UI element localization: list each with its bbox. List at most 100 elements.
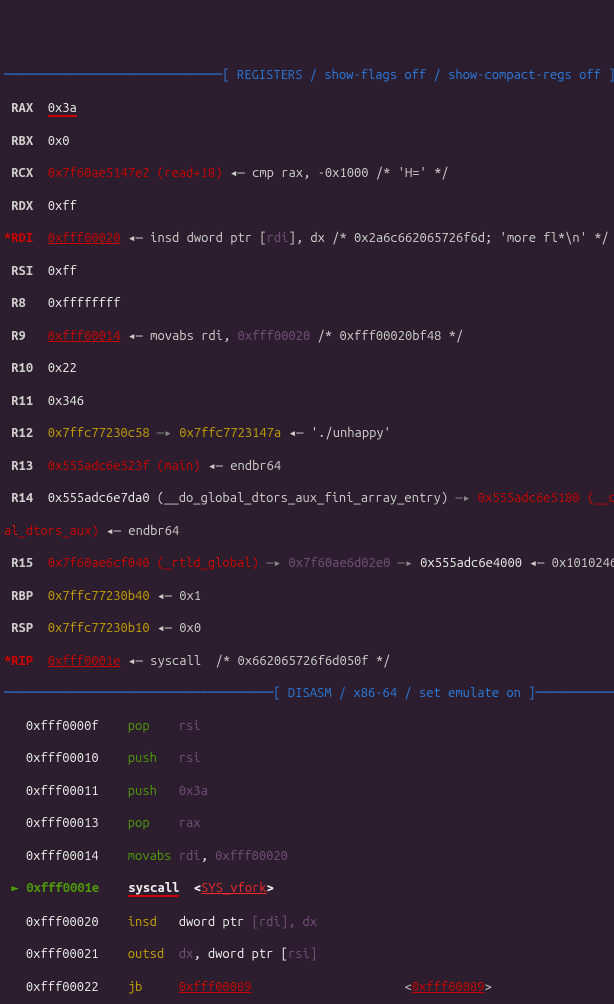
reg-row-r13: R13 0x555adc6e523f (main) ◂— endbr64 — [4, 458, 610, 474]
reg-label: RSI — [4, 264, 33, 278]
disasm-addr: 0xfff00011 — [26, 784, 99, 798]
disasm-mnemonic: pop — [128, 719, 172, 733]
reg-row-rbx: RBX 0x0 — [4, 133, 610, 149]
reg-row-rcx: RCX 0x7f60ae5147e2 (read+18) ◂— cmp rax,… — [4, 165, 610, 181]
reg-addr: 0x7ffc77230c58 — [48, 426, 150, 440]
reg-row-r8: R8 0xffffffff — [4, 295, 610, 311]
disasm-addr: 0xfff00020 — [26, 915, 99, 929]
disasm-mnemonic: outsd — [128, 947, 172, 961]
reg-row-r15: R15 0x7f60ae6cf040 (_rtld_global) —▸ 0x7… — [4, 555, 610, 571]
reg-label: *RDI — [4, 231, 33, 245]
disasm-reg: dx — [179, 947, 194, 961]
reg-value: 0x22 — [48, 361, 77, 375]
disasm-reg: rsi — [288, 947, 310, 961]
disasm-target: 0xfff00089 — [179, 980, 252, 994]
disasm-row-current: ► 0xfff0001e syscall <SYS_vfork> — [4, 880, 610, 897]
reg-label: R13 — [4, 459, 33, 473]
disasm-row: 0xfff00020 insd dword ptr [rdi], dx — [4, 914, 610, 930]
reg-label: R12 — [4, 426, 33, 440]
disasm-addr: 0xfff00014 — [26, 849, 99, 863]
disasm-op: rsi — [179, 751, 201, 765]
reg-value: 0x3a — [48, 102, 77, 117]
disasm-row: 0xfff00010 push rsi — [4, 750, 610, 766]
disasm-op: rsi — [179, 719, 201, 733]
reg-value: 0x0 — [48, 134, 70, 148]
disasm-row: 0xfff00013 pop rax — [4, 815, 610, 831]
disasm-row: 0xfff00014 movabs rdi, 0xfff00020 — [4, 848, 610, 864]
reg-row-rbp: RBP 0x7ffc77230b40 ◂— 0x1 — [4, 588, 610, 604]
reg-row-r14a: R14 0x555adc6e7da0 (__do_global_dtors_au… — [4, 490, 610, 506]
reg-label: RBX — [4, 134, 33, 148]
reg-label: R10 — [4, 361, 33, 375]
disasm-addr: 0xfff0000f — [26, 719, 99, 733]
reg-label: RDX — [4, 199, 33, 213]
disasm-addr: 0xfff00010 — [26, 751, 99, 765]
disasm-addr: 0xfff00021 — [26, 947, 99, 961]
reg-row-r11: R11 0x346 — [4, 393, 610, 409]
disasm-mnemonic: push — [128, 784, 172, 798]
disasm-op: rax — [179, 816, 201, 830]
disasm-mnemonic: jb — [128, 980, 172, 994]
reg-value: 0xff — [48, 199, 77, 213]
reg-label: *RIP — [4, 654, 33, 668]
disasm-mnemonic: push — [128, 751, 172, 765]
reg-addr2: 0x7ffc7723147a — [179, 426, 281, 440]
disasm-row: 0xfff00021 outsd dx, dword ptr [rsi] — [4, 946, 610, 962]
reg-label: R11 — [4, 394, 33, 408]
reg-addr: 0x7f60ae5147e2 — [48, 166, 150, 180]
reg-row-rip: *RIP 0xfff0001e ◂— syscall /* 0x66206572… — [4, 653, 610, 669]
reg-addr: 0x555adc6e7da0 — [48, 491, 150, 505]
syscall-name: SYS_vfork — [201, 881, 267, 895]
reg-addr: 0x555adc6e523f — [48, 459, 150, 473]
section-registers-header: ──────────────────────────────[ REGISTER… — [4, 67, 610, 83]
reg-label: RCX — [4, 166, 33, 180]
reg-label: RAX — [4, 101, 33, 115]
reg-row-rdx: RDX 0xff — [4, 198, 610, 214]
disasm-op: 0x3a — [179, 784, 208, 798]
reg-symbol: (read+18) — [157, 166, 223, 180]
disasm-addr: 0xfff00022 — [26, 980, 99, 994]
disasm-mnemonic: pop — [128, 816, 172, 830]
reg-row-rsp: RSP 0x7ffc77230b10 ◂— 0x0 — [4, 620, 610, 636]
disasm-row: 0xfff00011 push 0x3a — [4, 783, 610, 799]
reg-row-r12: R12 0x7ffc77230c58 —▸ 0x7ffc7723147a ◂— … — [4, 425, 610, 441]
reg-addr: 0xfff0001e — [48, 654, 121, 668]
reg-addr: 0xfff00020 — [48, 231, 121, 245]
section-disasm-header: ─────────────────────────────────────[ D… — [4, 685, 610, 701]
reg-label: R8 — [4, 296, 33, 310]
disasm-reg: dx — [303, 915, 318, 929]
disasm-row: 0xfff00022 jb 0xfff00089 <0xfff00089> — [4, 979, 610, 995]
reg-row-rsi: RSI 0xff — [4, 263, 610, 279]
disasm-row: 0xfff0000f pop rsi — [4, 718, 610, 734]
reg-addr: 0x7ffc77230b10 — [48, 621, 150, 635]
reg-row-rdi: *RDI 0xfff00020 ◂— insd dword ptr [rdi],… — [4, 230, 610, 246]
reg-symbol: (_rtld_global) — [157, 556, 259, 570]
disasm-mnemonic: movabs — [128, 849, 172, 863]
disasm-op1: rdi — [179, 849, 201, 863]
reg-addr: 0x7ffc77230b40 — [48, 589, 150, 603]
disasm-addr: 0xfff00013 — [26, 816, 99, 830]
reg-symbol: (__do_global_dtors_aux_fini_array_entry) — [157, 491, 448, 505]
reg-label: R14 — [4, 491, 33, 505]
reg-addr2: 0x555adc6e5180 — [478, 491, 580, 505]
current-row-indicator-icon: ► — [4, 881, 26, 895]
disasm-reg: rdi — [259, 915, 281, 929]
disasm-mnemonic: syscall — [128, 882, 179, 897]
reg-label: RBP — [4, 589, 33, 603]
reg-addr: 0x7f60ae6cf040 — [48, 556, 150, 570]
reg-symbol: (main) — [157, 459, 201, 473]
reg-imm: 0xfff00020 — [238, 329, 311, 343]
reg-value: 0x346 — [48, 394, 84, 408]
reg-addr: 0xfff00014 — [48, 329, 121, 343]
reg-row-r10: R10 0x22 — [4, 360, 610, 376]
reg-addr2: 0x7f60ae6d02e0 — [288, 556, 390, 570]
disasm-mnemonic: insd — [128, 915, 172, 929]
reg-label: R15 — [4, 556, 33, 570]
reg-value: 0xffffffff — [48, 296, 121, 310]
reg-row-rax: RAX 0x3a — [4, 100, 610, 117]
reg-row-r9: R9 0xfff00014 ◂— movabs rdi, 0xfff00020 … — [4, 328, 610, 344]
disasm-op2: 0xfff00020 — [215, 849, 288, 863]
reg-label: R9 — [4, 329, 33, 343]
reg-value: 0xff — [48, 264, 77, 278]
reg-operand: rdi — [267, 231, 289, 245]
